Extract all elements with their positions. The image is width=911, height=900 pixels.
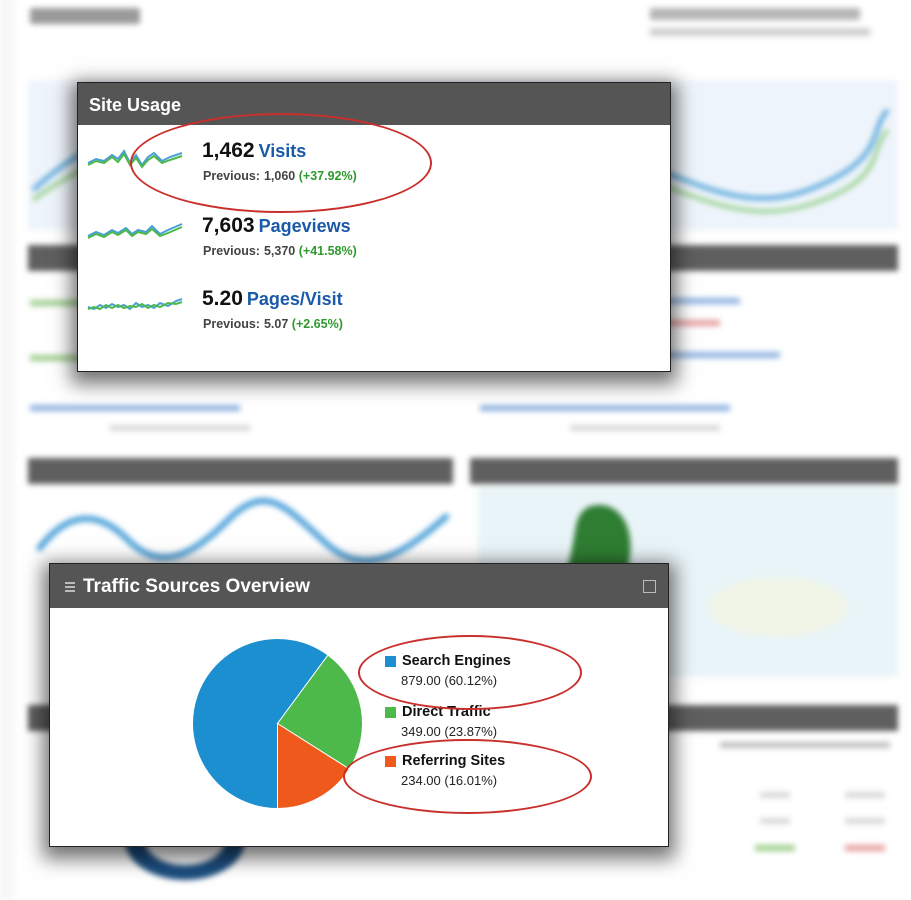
blurred-date-range xyxy=(650,8,860,20)
pages-per-visit-value-line: 5.20 Pages/Visit xyxy=(202,287,343,311)
blurred-metric-row xyxy=(845,845,885,851)
blurred-metric-row xyxy=(720,742,890,748)
blurred-donut xyxy=(120,840,250,890)
blurred-metric-row xyxy=(845,818,885,824)
traffic-sources-pie-chart xyxy=(192,638,363,810)
pages-per-visit-previous: Previous: 5.07 (+2.65%) xyxy=(203,317,343,331)
previous-label: Previous: xyxy=(203,317,260,331)
blurred-metric-row xyxy=(480,405,730,411)
blurred-dashboard-title xyxy=(30,8,140,24)
search-engines-highlight-circle xyxy=(358,635,582,710)
referring-sites-highlight-circle xyxy=(343,739,592,814)
blurred-visitors-chart xyxy=(28,490,453,570)
traffic-sources-header: Traffic Sources Overview xyxy=(50,564,668,608)
pageviews-link[interactable]: Pageviews xyxy=(259,216,351,236)
pageviews-previous: Previous: 5,370 (+41.58%) xyxy=(203,244,357,258)
blurred-metric-row xyxy=(110,425,250,431)
pageviews-value: 7,603 xyxy=(202,214,255,237)
blurred-metric-row xyxy=(570,425,720,431)
blurred-metric-row xyxy=(755,845,795,851)
pages-per-visit-sparkline[interactable] xyxy=(86,293,186,323)
site-usage-title: Site Usage xyxy=(78,83,670,125)
traffic-sources-title: Traffic Sources Overview xyxy=(83,576,311,597)
metric-pages-per-visit: 5.20 Pages/Visit Previous: 5.07 (+2.65%) xyxy=(78,283,668,343)
previous-value: 5.07 xyxy=(263,317,289,331)
previous-label: Previous: xyxy=(203,244,260,258)
blurred-section-bar xyxy=(470,458,898,484)
change-percent: (+2.65%) xyxy=(291,317,343,331)
visits-highlight-circle xyxy=(130,113,432,213)
blurred-date-compare xyxy=(650,28,870,36)
blurred-metric-row xyxy=(30,405,240,411)
page-edge-stripe xyxy=(0,0,14,900)
site-usage-panel: Site Usage 1,462 Visits Previous: 1,060 (+… xyxy=(77,82,671,372)
drag-handle-icon[interactable] xyxy=(65,582,75,592)
pages-per-visit-value: 5.20 xyxy=(202,287,243,310)
close-icon[interactable] xyxy=(643,580,656,593)
blurred-metric-row xyxy=(760,818,790,824)
metric-pageviews: 7,603 Pageviews Previous: 5,370 (+41.58%) xyxy=(78,210,668,270)
traffic-sources-panel: Traffic Sources Overview Search Engines … xyxy=(49,563,669,847)
pages-per-visit-link[interactable]: Pages/Visit xyxy=(247,289,343,309)
legend-swatch xyxy=(385,707,396,718)
previous-value: 5,370 xyxy=(263,244,296,258)
pageviews-sparkline[interactable] xyxy=(86,220,186,250)
pageviews-value-line: 7,603 Pageviews xyxy=(202,214,351,238)
legend-value: 349.00 (23.87%) xyxy=(401,724,498,739)
blurred-metric-row xyxy=(760,792,790,798)
blurred-metric-row xyxy=(845,792,885,798)
change-percent: (+41.58%) xyxy=(298,244,357,258)
blurred-section-bar xyxy=(28,458,453,484)
